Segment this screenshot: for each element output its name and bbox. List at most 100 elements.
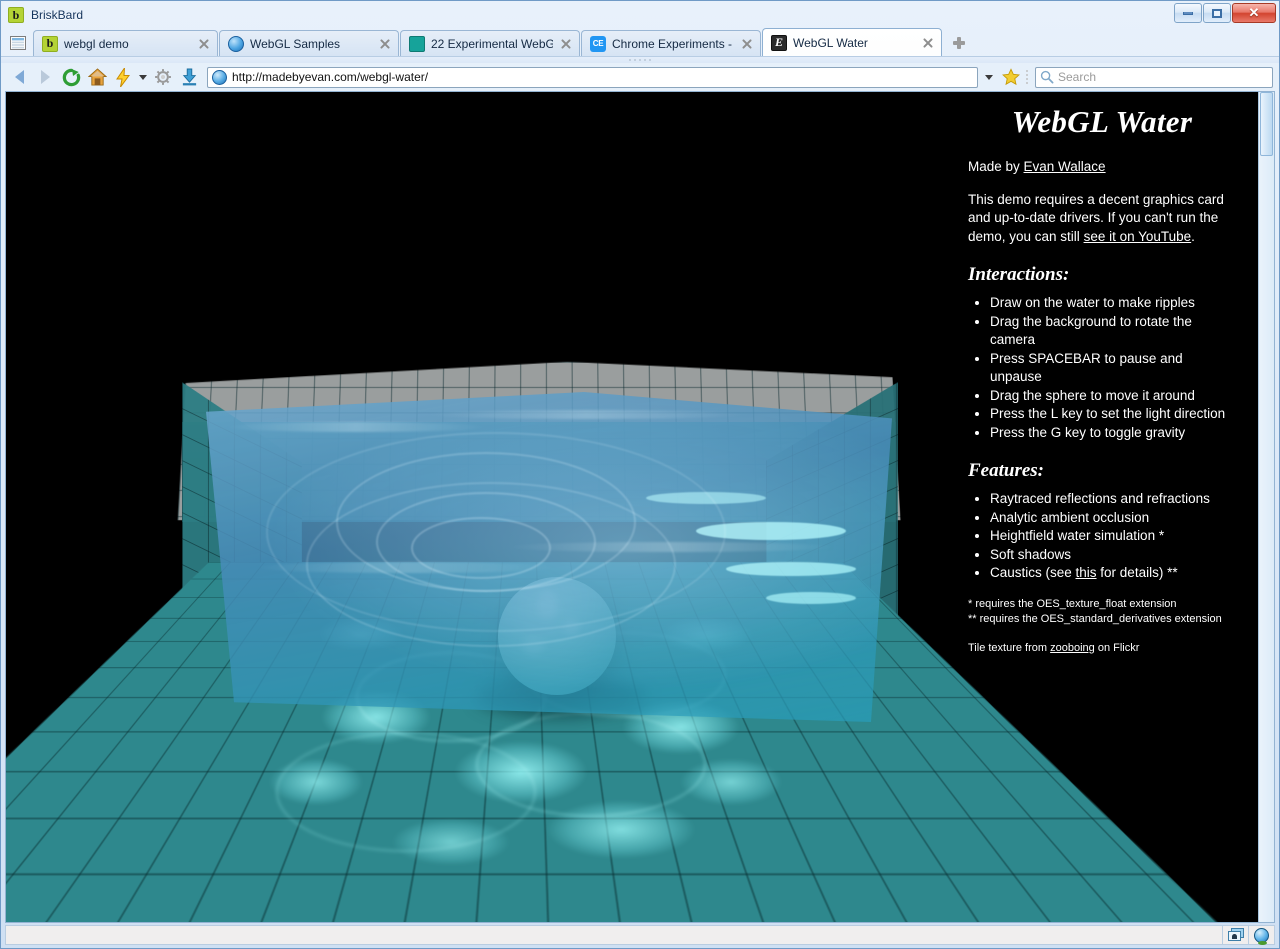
intro-paragraph: This demo requires a decent graphics car… — [968, 191, 1236, 247]
window-controls: ✕ — [1174, 3, 1276, 23]
page-scrollbar-vertical[interactable] — [1258, 92, 1274, 922]
tab-list-button[interactable] — [7, 32, 29, 54]
caustics-text-pre: Caustics (see — [990, 565, 1076, 580]
grip-dot — [1025, 82, 1028, 84]
author-prefix: Made by — [968, 159, 1024, 174]
footnote-2: ** requires the OES_standard_derivatives… — [968, 612, 1222, 625]
tab-title: WebGL Water — [793, 35, 868, 50]
identity-card-icon — [1227, 928, 1244, 942]
tab-webgl-demo[interactable]: b webgl demo — [33, 30, 218, 56]
evan-wallace-e-icon: E — [771, 34, 787, 51]
scrollbar-thumb[interactable] — [1260, 92, 1273, 156]
tab-close-icon[interactable] — [378, 37, 392, 51]
tab-strip-grip — [1, 56, 1279, 63]
maximize-button[interactable] — [1203, 3, 1231, 23]
card-person — [1231, 934, 1237, 939]
back-arrow-icon — [14, 70, 24, 84]
quick-actions-button[interactable] — [111, 65, 135, 89]
close-button[interactable]: ✕ — [1232, 3, 1276, 23]
briskbard-b-icon: b — [42, 35, 58, 52]
grip-dot — [634, 59, 636, 61]
chevron-down-icon — [985, 74, 993, 80]
list-item: Analytic ambient occlusion — [990, 509, 1236, 528]
browser-window: b BriskBard ✕ b webgl demo WebGL Samples… — [0, 0, 1280, 949]
toolbar-grip[interactable] — [1024, 69, 1029, 85]
tab-webgl-samples[interactable]: WebGL Samples — [219, 30, 399, 56]
navigation-toolbar: http://madebyevan.com/webgl-water/ Searc… — [1, 63, 1279, 91]
search-input-placeholder: Search — [1058, 70, 1097, 84]
tile-credit: Tile texture from zooboing on Flickr — [968, 641, 1236, 656]
lightning-bolt-icon — [116, 67, 130, 87]
download-icon — [182, 68, 196, 86]
search-box[interactable]: Search — [1035, 66, 1273, 88]
list-item: Drag the sphere to move it around — [990, 387, 1236, 406]
address-history-dropdown[interactable] — [980, 65, 998, 89]
status-message — [5, 925, 1223, 945]
zone-indicator-button[interactable] — [1249, 925, 1275, 945]
youtube-link[interactable]: see it on YouTube — [1084, 229, 1192, 244]
tab-title: webgl demo — [64, 36, 129, 51]
footnote-1: * requires the OES_texture_float extensi… — [968, 597, 1177, 610]
app-icon: b — [8, 6, 24, 23]
features-heading: Features: — [968, 460, 1044, 481]
author-line: Made by Evan Wallace — [968, 158, 1236, 177]
page-content-column: WebGL Water Made by Evan Wallace This de… — [958, 92, 1258, 922]
forward-button[interactable] — [33, 65, 57, 89]
tab-chrome-experiments[interactable]: CE Chrome Experiments - We — [581, 30, 761, 56]
tab-webgl-water[interactable]: E WebGL Water — [762, 28, 942, 56]
globe-zone-icon — [1254, 927, 1269, 945]
list-item: Raytraced reflections and refractions — [990, 490, 1236, 509]
list-item: Drag the background to rotate the camera — [990, 313, 1236, 350]
interactions-list: Draw on the water to make ripples Drag t… — [968, 294, 1236, 442]
search-magnifier-icon — [1040, 70, 1054, 84]
close-icon: ✕ — [1248, 5, 1260, 20]
tab-experimental-webgl[interactable]: 22 Experimental WebGL D — [400, 30, 580, 56]
address-bar[interactable]: http://madebyevan.com/webgl-water/ — [207, 66, 978, 88]
list-item-caustics: Caustics (see this for details) ** — [990, 564, 1236, 583]
tab-close-icon[interactable] — [197, 37, 211, 51]
bookmark-button[interactable] — [1000, 65, 1022, 89]
reload-icon — [62, 68, 80, 86]
maximize-icon — [1212, 8, 1222, 18]
list-item: Draw on the water to make ripples — [990, 294, 1236, 313]
tab-close-icon[interactable] — [559, 37, 573, 51]
globe-icon — [212, 69, 227, 85]
reload-button[interactable] — [59, 65, 83, 89]
quick-actions-dropdown[interactable] — [137, 65, 149, 89]
page-viewport: WebGL Water Made by Evan Wallace This de… — [5, 91, 1275, 923]
grip-dot — [1025, 70, 1028, 72]
features-list: Raytraced reflections and refractions An… — [968, 490, 1236, 583]
caustics-details-link[interactable]: this — [1076, 565, 1097, 580]
forward-arrow-icon — [40, 70, 50, 84]
star-icon — [1002, 68, 1020, 86]
tab-title: 22 Experimental WebGL D — [431, 36, 553, 51]
list-item: Press the G key to toggle gravity — [990, 424, 1236, 443]
water-surface[interactable] — [206, 392, 892, 722]
chevron-down-icon — [139, 74, 147, 80]
back-button[interactable] — [7, 65, 31, 89]
list-item: Soft shadows — [990, 546, 1236, 565]
intro-text-part2: . — [1191, 228, 1195, 244]
tab-list-icon — [10, 36, 26, 50]
settings-button[interactable] — [151, 65, 175, 89]
credit-prefix: Tile texture from — [968, 641, 1051, 654]
tab-close-icon[interactable] — [921, 36, 935, 50]
list-item: Press SPACEBAR to pause and unpause — [990, 350, 1236, 387]
chrome-experiments-icon: CE — [590, 35, 606, 52]
page-title: WebGL Water — [1011, 104, 1193, 139]
zooboing-link[interactable]: zooboing — [1050, 642, 1095, 654]
downloads-button[interactable] — [177, 65, 201, 89]
grip-dot — [1025, 74, 1028, 76]
tab-close-icon[interactable] — [740, 37, 754, 51]
status-bar — [1, 923, 1279, 948]
home-button[interactable] — [85, 65, 109, 89]
gear-icon — [155, 69, 171, 85]
minimize-button[interactable] — [1174, 3, 1202, 23]
grip-dot — [1025, 78, 1028, 80]
author-link[interactable]: Evan Wallace — [1024, 159, 1106, 174]
identity-card-button[interactable] — [1223, 925, 1249, 945]
grip-dot — [644, 59, 646, 61]
web-page[interactable]: WebGL Water Made by Evan Wallace This de… — [6, 92, 1258, 922]
new-tab-button[interactable] — [947, 31, 971, 55]
grip-dot — [629, 59, 631, 61]
